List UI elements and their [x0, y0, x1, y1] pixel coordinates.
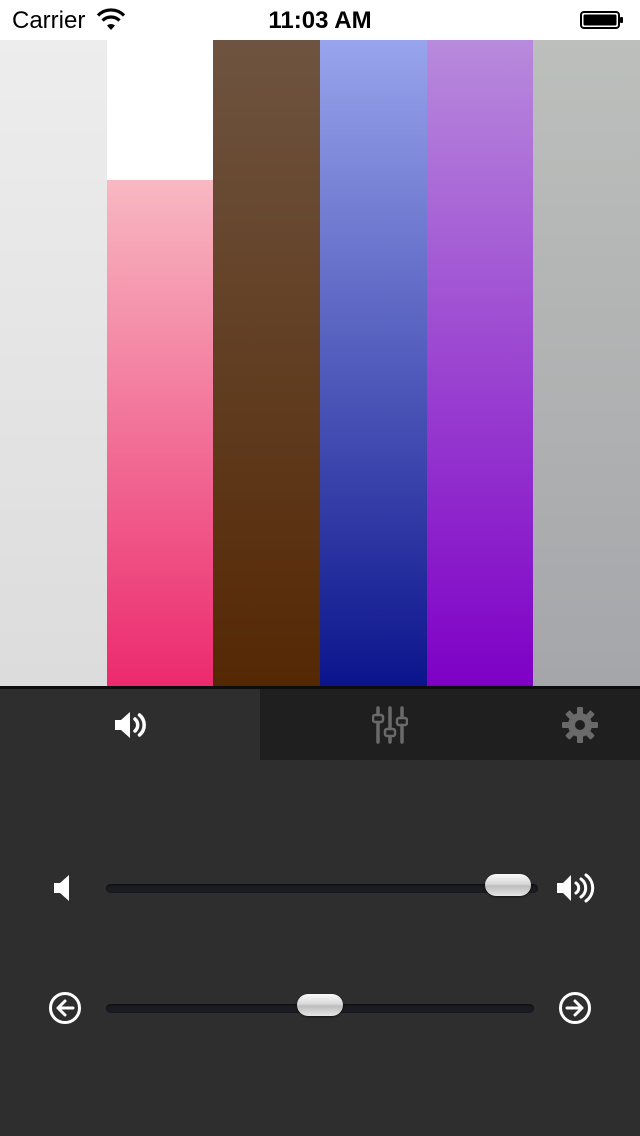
volume-slider-row: [0, 858, 640, 918]
color-bar-blue: [320, 40, 427, 686]
arrow-left-circle-icon[interactable]: [45, 978, 85, 1038]
volume-slider-thumb[interactable]: [484, 874, 531, 896]
tab-equalizer[interactable]: [260, 689, 520, 760]
tab-volume[interactable]: [0, 689, 260, 760]
position-slider-thumb[interactable]: [297, 994, 343, 1016]
speaker-low-icon[interactable]: [44, 858, 84, 918]
equalizer-icon: [372, 705, 408, 744]
color-bars: [0, 40, 640, 686]
position-slider[interactable]: [106, 994, 534, 1016]
status-time: 11:03 AM: [268, 7, 372, 34]
tab-bar: [0, 689, 640, 760]
speaker-high-icon[interactable]: [553, 858, 597, 918]
status-bar: Carrier 11:03 AM: [0, 0, 640, 40]
position-slider-row: [0, 978, 640, 1038]
speaker-icon: [115, 711, 146, 738]
arrow-right-circle-icon[interactable]: [555, 978, 595, 1038]
gear-icon: [562, 706, 598, 743]
color-bar-white: [0, 40, 107, 686]
color-bar-brown: [213, 40, 320, 686]
battery-icon: [580, 11, 623, 29]
color-bar-pink: [107, 180, 213, 686]
color-bar-gray: [533, 40, 640, 686]
tab-settings[interactable]: [520, 689, 640, 760]
control-panel: [0, 689, 640, 1136]
volume-slider[interactable]: [106, 874, 538, 896]
color-bar-purple: [427, 40, 533, 686]
